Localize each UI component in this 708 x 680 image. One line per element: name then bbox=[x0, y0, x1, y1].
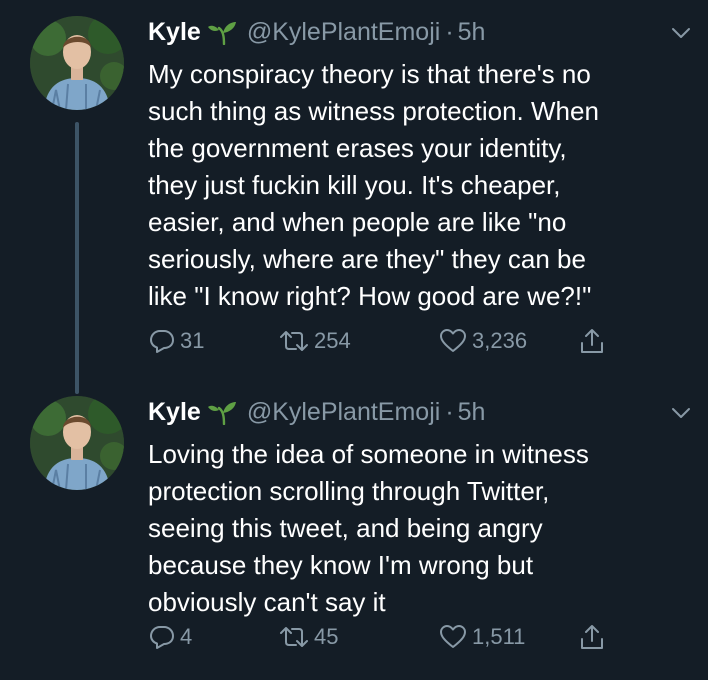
thread-line bbox=[75, 122, 79, 394]
handle[interactable]: @KylePlantEmoji bbox=[247, 18, 441, 47]
display-name[interactable]: Kyle bbox=[148, 18, 201, 47]
separator: · bbox=[445, 17, 454, 46]
tweet-actions: 4 45 1,511 bbox=[148, 620, 648, 654]
tweet-text-line: seriously, where are they" they can be bbox=[148, 244, 586, 274]
share-icon bbox=[581, 329, 603, 353]
tweet-text-line: they just fuckin kill you. It's cheaper, bbox=[148, 170, 561, 200]
tweet-text-line: because they know I'm wrong but bbox=[148, 550, 534, 580]
heart-icon bbox=[440, 329, 466, 352]
avatar[interactable] bbox=[30, 16, 124, 110]
tweet-text-line: such thing as witness protection. When bbox=[148, 96, 599, 126]
reply-count: 31 bbox=[180, 328, 205, 353]
sprout-icon bbox=[207, 19, 237, 46]
like-button[interactable]: 1,511 bbox=[438, 620, 525, 654]
like-button[interactable]: 3,236 bbox=[438, 324, 527, 358]
retweet-icon bbox=[280, 331, 308, 351]
tweet-text-line: the government erases your identity, bbox=[148, 133, 567, 163]
tweet-header: Kyle @KylePlantEmoji · 5h bbox=[148, 392, 485, 432]
sprout-icon bbox=[207, 399, 237, 426]
retweet-count: 45 bbox=[314, 624, 339, 649]
like-count: 1,511 bbox=[472, 624, 526, 649]
tweet-text-line: obviously can't say it bbox=[148, 587, 386, 617]
share-icon bbox=[581, 625, 603, 649]
chevron-down-icon[interactable] bbox=[670, 22, 692, 44]
display-name[interactable]: Kyle bbox=[148, 398, 201, 427]
heart-icon bbox=[440, 625, 466, 648]
like-count: 3,236 bbox=[472, 328, 528, 353]
tweet-actions: 31 254 3,236 bbox=[148, 324, 648, 358]
tweet-text-line: My conspiracy theory is that there's no bbox=[148, 59, 591, 89]
reply-icon bbox=[150, 330, 174, 353]
tweet-header: Kyle @KylePlantEmoji · 5h bbox=[148, 12, 485, 52]
retweet-icon bbox=[280, 627, 308, 647]
reply-button[interactable]: 31 bbox=[148, 324, 204, 358]
tweet-text-line: like "I know right? How good are we?!" bbox=[148, 281, 592, 311]
separator: · bbox=[445, 397, 454, 426]
retweet-count: 254 bbox=[314, 328, 351, 353]
tweet-text: My conspiracy theory is that there's no … bbox=[148, 56, 693, 315]
retweet-button[interactable]: 45 bbox=[278, 620, 338, 654]
handle[interactable]: @KylePlantEmoji bbox=[247, 398, 441, 427]
timestamp[interactable]: 5h bbox=[458, 18, 486, 47]
tweet-text-line: protection scrolling through Twitter, bbox=[148, 476, 550, 506]
tweet-text-line: Loving the idea of someone in witness bbox=[148, 439, 589, 469]
timestamp[interactable]: 5h bbox=[458, 398, 486, 427]
tweet-text: Loving the idea of someone in witness pr… bbox=[148, 436, 693, 621]
reply-button[interactable]: 4 bbox=[148, 620, 192, 654]
avatar[interactable] bbox=[30, 396, 124, 490]
retweet-button[interactable]: 254 bbox=[278, 324, 351, 358]
share-button[interactable] bbox=[578, 324, 610, 358]
share-button[interactable] bbox=[578, 620, 610, 654]
reply-icon bbox=[150, 626, 174, 649]
reply-count: 4 bbox=[180, 624, 193, 649]
tweet-text-line: seeing this tweet, and being angry bbox=[148, 513, 543, 543]
tweet-text-line: easier, and when people are like "no bbox=[148, 207, 567, 237]
chevron-down-icon[interactable] bbox=[670, 402, 692, 424]
